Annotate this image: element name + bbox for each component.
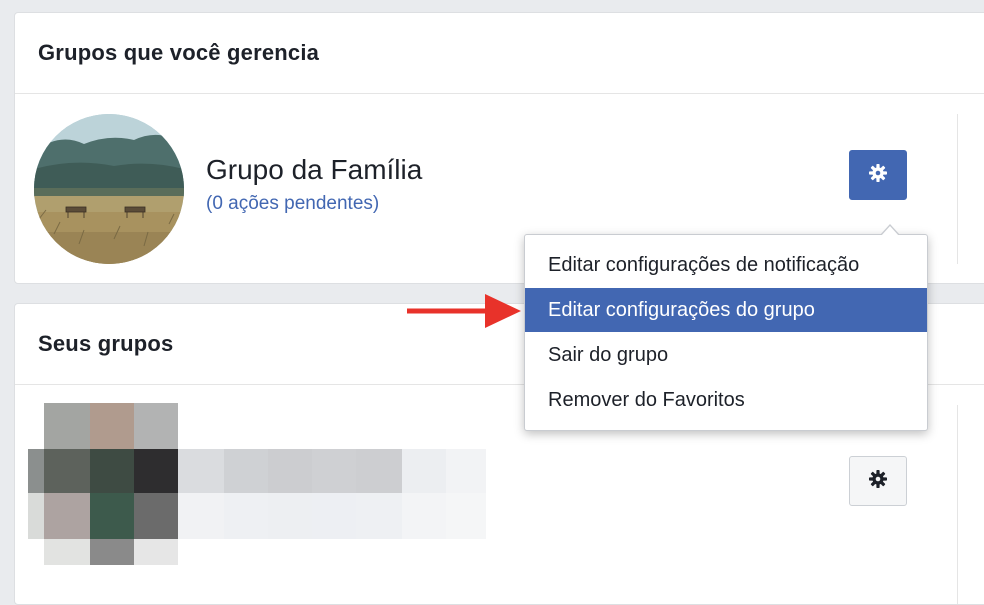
blurred-group-entry — [28, 403, 488, 570]
group-name-link[interactable]: Grupo da Família — [206, 154, 422, 186]
pixelated-group-image — [28, 403, 486, 565]
gear-icon — [867, 468, 889, 495]
menu-item-remove-favorites[interactable]: Remover do Favoritos — [525, 378, 927, 422]
group-settings-button[interactable] — [849, 150, 907, 200]
group-settings-menu: Editar configurações de notificação Edit… — [524, 234, 928, 431]
column-divider — [957, 405, 958, 604]
managed-groups-title: Grupos que você gerencia — [38, 40, 320, 65]
menu-item-notification-settings[interactable]: Editar configurações de notificação — [525, 243, 927, 287]
column-divider — [957, 114, 958, 264]
managed-groups-header: Grupos que você gerencia — [15, 13, 984, 94]
dropdown-caret-fill — [881, 226, 899, 236]
group-settings-button[interactable] — [849, 456, 907, 506]
menu-item-leave-group[interactable]: Sair do grupo — [525, 333, 927, 377]
gear-icon — [867, 162, 889, 189]
your-groups-title: Seus grupos — [38, 331, 174, 356]
annotation-arrow — [407, 293, 523, 334]
landscape-photo — [34, 114, 184, 264]
menu-item-group-settings[interactable]: Editar configurações do grupo — [525, 288, 927, 332]
pending-actions-link[interactable]: (0 ações pendentes) — [206, 193, 379, 215]
group-avatar[interactable] — [34, 114, 184, 264]
